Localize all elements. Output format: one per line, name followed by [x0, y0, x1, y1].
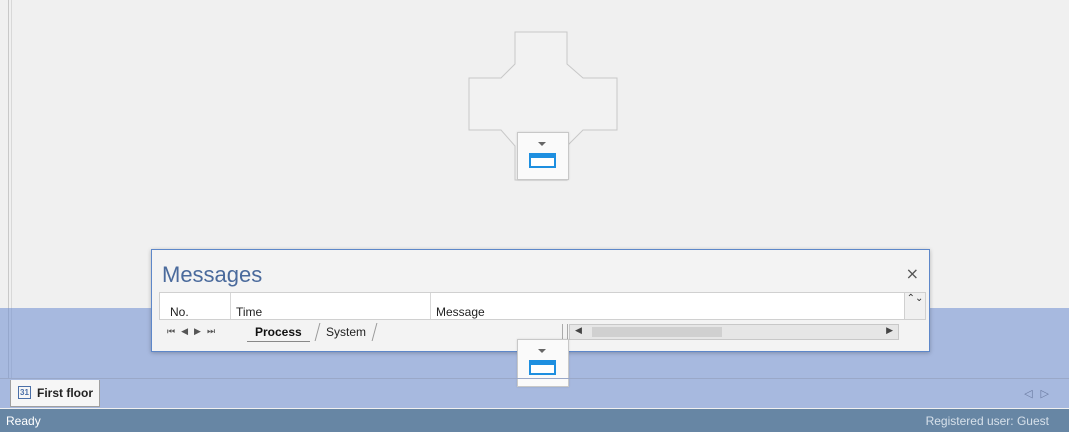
column-header-message[interactable]: Message — [436, 305, 485, 319]
status-text: Ready — [6, 414, 41, 428]
tab-process[interactable]: Process — [247, 323, 310, 342]
scroll-thumb[interactable] — [592, 327, 722, 337]
dock-bottom-icon — [529, 153, 556, 168]
tab-system[interactable]: System — [314, 323, 378, 341]
close-icon[interactable]: × — [906, 264, 919, 283]
splitter-grip[interactable] — [562, 324, 568, 340]
horizontal-scrollbar[interactable]: ◀ ▶ — [569, 324, 899, 340]
column-divider[interactable] — [430, 293, 431, 319]
messages-grid[interactable]: No. Time Message ⌃⌄ — [159, 292, 926, 320]
column-header-no[interactable]: No. — [170, 305, 189, 319]
tab-system-label: System — [326, 325, 367, 339]
chevron-down-icon — [538, 349, 546, 353]
tab-scroll-icon[interactable]: ◁▷ — [1024, 387, 1057, 400]
status-bar: Ready Registered user: Guest — [0, 409, 1069, 432]
scroll-right-icon[interactable]: ▶ — [886, 326, 893, 336]
chevron-down-icon — [538, 142, 546, 146]
dock-bottom-icon — [529, 360, 556, 375]
dock-guide-cross — [467, 30, 619, 182]
floor-tab-label: First floor — [37, 386, 93, 400]
messages-panel[interactable]: Messages × No. Time Message ⌃⌄ ⏮◀▶⏭ Proc… — [151, 249, 930, 352]
scroll-left-icon[interactable]: ◀ — [575, 326, 582, 336]
panel-title: Messages — [162, 262, 263, 287]
dock-bottom-target-button[interactable] — [517, 132, 569, 180]
grid-scroll-icon[interactable]: ⌃⌄ — [904, 293, 925, 319]
tab-navigation-icon[interactable]: ⏮◀▶⏭ — [167, 327, 221, 337]
floor-tab-first-floor[interactable]: 31 First floor — [10, 380, 100, 407]
floor-plan-icon: 31 — [18, 386, 31, 399]
column-divider[interactable] — [230, 293, 231, 319]
registered-user-text: Registered user: Guest — [925, 414, 1049, 428]
column-header-time[interactable]: Time — [236, 305, 262, 319]
floor-tab-strip: 31 First floor ◁▷ — [0, 378, 1069, 409]
